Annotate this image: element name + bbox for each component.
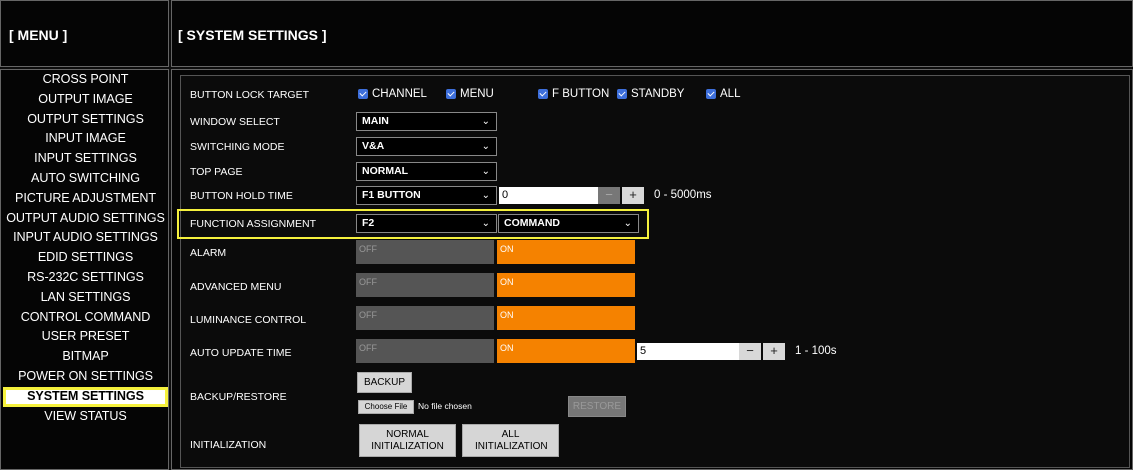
- window-select-label: WINDOW SELECT: [190, 116, 280, 128]
- sidebar-item-input-audio-settings[interactable]: INPUT AUDIO SETTINGS: [1, 228, 170, 248]
- button-hold-plus[interactable]: +: [622, 187, 644, 204]
- sidebar-item-lan-settings[interactable]: LAN SETTINGS: [1, 288, 170, 308]
- row-luminance-control: LUMINANCE CONTROL OFF ON: [181, 306, 1131, 330]
- menu-header-title: [ MENU ]: [9, 27, 68, 43]
- settings-panel: BUTTON LOCK TARGET CHANNEL MENU F BUTTON…: [177, 75, 1131, 468]
- advanced-menu-label: ADVANCED MENU: [190, 281, 282, 293]
- restore-button[interactable]: RESTORE: [568, 396, 626, 417]
- row-advanced-menu: ADVANCED MENU OFF ON: [181, 273, 1131, 297]
- checkbox-channel[interactable]: CHANNEL: [358, 88, 427, 100]
- alarm-on-button[interactable]: ON: [497, 240, 635, 264]
- row-alarm: ALARM OFF ON: [181, 240, 1131, 264]
- row-auto-update-time: AUTO UPDATE TIME OFF ON 5 − + 1 - 100s: [181, 339, 1131, 363]
- luminance-on-button[interactable]: ON: [497, 306, 635, 330]
- button-hold-dropdown[interactable]: F1 BUTTON ⌄: [356, 186, 497, 205]
- button-hold-minus[interactable]: −: [598, 187, 620, 204]
- checkbox-f-button[interactable]: F BUTTON: [538, 88, 609, 100]
- backup-restore-label: BACKUP/RESTORE: [190, 391, 287, 403]
- highlight-frame: [177, 209, 649, 239]
- page-title: [ SYSTEM SETTINGS ]: [178, 27, 327, 43]
- sidebar-item-cross-point[interactable]: CROSS POINT: [1, 70, 170, 90]
- luminance-off-button[interactable]: OFF: [356, 306, 494, 330]
- button-hold-input[interactable]: 0: [499, 187, 598, 204]
- checkbox-standby-label: STANDBY: [631, 88, 685, 100]
- sidebar-item-picture-adjustment[interactable]: PICTURE ADJUSTMENT: [1, 189, 170, 209]
- backup-button[interactable]: BACKUP: [357, 372, 412, 393]
- sidebar-item-edid-settings[interactable]: EDID SETTINGS: [1, 248, 170, 268]
- row-window-select: WINDOW SELECT MAIN ⌄: [181, 112, 1131, 132]
- main-content: BUTTON LOCK TARGET CHANNEL MENU F BUTTON…: [171, 69, 1133, 470]
- row-button-hold-time: BUTTON HOLD TIME F1 BUTTON ⌄ 0 − + 0 - 50…: [181, 186, 1131, 206]
- check-icon: [617, 89, 627, 99]
- sidebar-item-rs-232c-settings[interactable]: RS-232C SETTINGS: [1, 268, 170, 288]
- top-page-label: TOP PAGE: [190, 166, 243, 178]
- sidebar-item-system-settings[interactable]: SYSTEM SETTINGS: [3, 386, 168, 407]
- switching-mode-value: V&A: [362, 140, 385, 152]
- sidebar-item-input-settings[interactable]: INPUT SETTINGS: [1, 149, 170, 169]
- checkbox-menu-label: MENU: [460, 88, 494, 100]
- all-initialization-button[interactable]: ALL INITIALIZATION: [462, 424, 559, 457]
- sidebar-item-view-status[interactable]: VIEW STATUS: [1, 407, 170, 427]
- switching-mode-dropdown[interactable]: V&A ⌄: [356, 137, 497, 156]
- auto-update-range: 1 - 100s: [795, 345, 837, 357]
- top-page-dropdown[interactable]: NORMAL ⌄: [356, 162, 497, 181]
- top-page-value: NORMAL: [362, 165, 409, 177]
- sidebar-item-user-preset[interactable]: USER PRESET: [1, 327, 170, 347]
- auto-update-minus[interactable]: −: [739, 343, 761, 360]
- checkbox-f-button-label: F BUTTON: [552, 88, 610, 100]
- sidebar-item-output-audio-settings[interactable]: OUTPUT AUDIO SETTINGS: [1, 209, 170, 229]
- window-select-value: MAIN: [362, 115, 389, 127]
- auto-update-input[interactable]: 5: [637, 343, 739, 360]
- advanced-menu-off-button[interactable]: OFF: [356, 273, 494, 297]
- luminance-label: LUMINANCE CONTROL: [190, 314, 307, 326]
- checkbox-all[interactable]: ALL: [706, 88, 740, 100]
- no-file-text: No file chosen: [418, 401, 472, 411]
- button-hold-range: 0 - 5000ms: [654, 189, 712, 201]
- alarm-off-button[interactable]: OFF: [356, 240, 494, 264]
- sidebar-item-bitmap[interactable]: BITMAP: [1, 347, 170, 367]
- sidebar: CROSS POINT OUTPUT IMAGE OUTPUT SETTINGS IN…: [0, 69, 169, 470]
- sidebar-item-output-image[interactable]: OUTPUT IMAGE: [1, 90, 170, 110]
- checkbox-standby[interactable]: STANDBY: [617, 88, 684, 100]
- auto-update-off-button[interactable]: OFF: [356, 339, 494, 363]
- row-backup-restore: BACKUP/RESTORE BACKUP Choose File No fil…: [181, 372, 1131, 418]
- initialization-label: INITIALIZATION: [190, 439, 267, 451]
- switching-mode-label: SWITCHING MODE: [190, 141, 285, 153]
- alarm-label: ALARM: [190, 247, 227, 259]
- sidebar-item-auto-switching[interactable]: AUTO SWITCHING: [1, 169, 170, 189]
- check-icon: [446, 89, 456, 99]
- advanced-menu-on-button[interactable]: ON: [497, 273, 635, 297]
- chevron-down-icon: ⌄: [481, 166, 490, 177]
- sidebar-item-control-command[interactable]: CONTROL COMMAND: [1, 308, 170, 328]
- auto-update-plus[interactable]: +: [763, 343, 785, 360]
- row-top-page: TOP PAGE NORMAL ⌄: [181, 162, 1131, 182]
- checkbox-channel-label: CHANNEL: [372, 88, 427, 100]
- button-hold-label: BUTTON HOLD TIME: [190, 190, 293, 202]
- check-icon: [538, 89, 548, 99]
- chevron-down-icon: ⌄: [481, 190, 490, 201]
- menu-list: CROSS POINT OUTPUT IMAGE OUTPUT SETTINGS IN…: [1, 70, 170, 426]
- check-icon: [706, 89, 716, 99]
- sidebar-item-output-settings[interactable]: OUTPUT SETTINGS: [1, 110, 170, 130]
- page-header: [ SYSTEM SETTINGS ]: [171, 0, 1133, 67]
- row-initialization: INITIALIZATION NORMAL INITIALIZATION ALL…: [181, 424, 1131, 460]
- sidebar-item-power-on-settings[interactable]: POWER ON SETTINGS: [1, 367, 170, 387]
- checkbox-menu[interactable]: MENU: [446, 88, 494, 100]
- auto-update-label: AUTO UPDATE TIME: [190, 347, 292, 359]
- normal-initialization-button[interactable]: NORMAL INITIALIZATION: [359, 424, 456, 457]
- chevron-down-icon: ⌄: [481, 141, 490, 152]
- chevron-down-icon: ⌄: [481, 116, 490, 127]
- row-button-lock: BUTTON LOCK TARGET CHANNEL MENU F BUTTON…: [181, 86, 1131, 106]
- auto-update-on-button[interactable]: ON: [497, 339, 635, 363]
- checkbox-all-label: ALL: [720, 88, 741, 100]
- button-lock-label: BUTTON LOCK TARGET: [190, 89, 310, 101]
- row-switching-mode: SWITCHING MODE V&A ⌄: [181, 137, 1131, 157]
- window-select-dropdown[interactable]: MAIN ⌄: [356, 112, 497, 131]
- check-icon: [358, 89, 368, 99]
- menu-header: [ MENU ]: [0, 0, 169, 67]
- button-hold-select-value: F1 BUTTON: [362, 189, 421, 201]
- sidebar-item-input-image[interactable]: INPUT IMAGE: [1, 129, 170, 149]
- choose-file-button[interactable]: Choose File: [358, 400, 414, 414]
